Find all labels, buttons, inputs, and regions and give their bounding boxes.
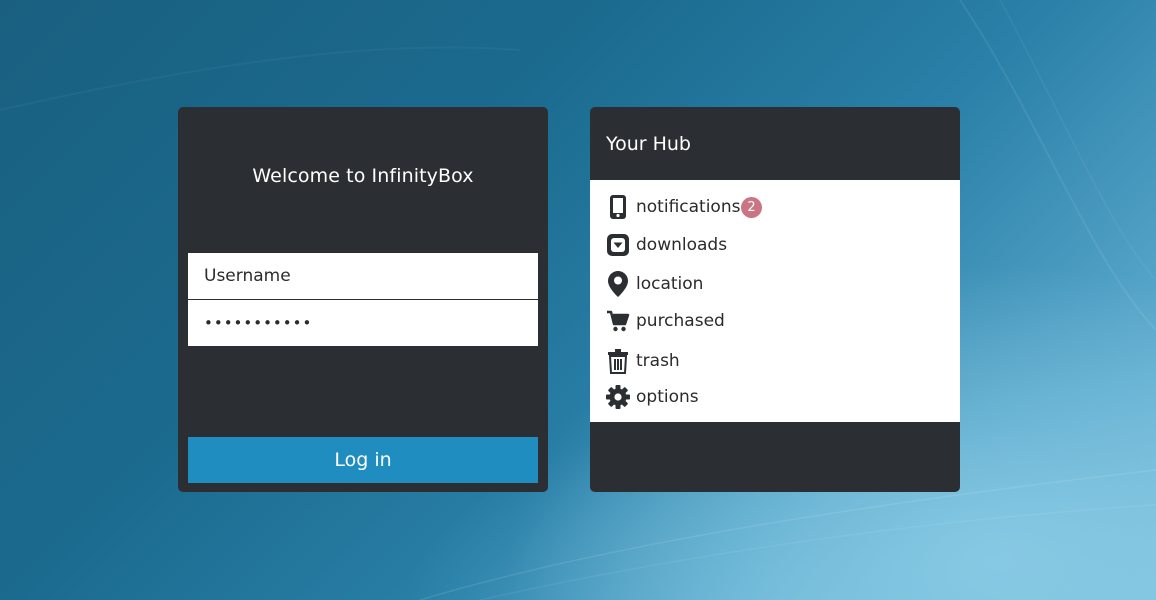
hub-panel: Your Hub notifications 2 downloads locat… [590,107,960,492]
hub-item-trash[interactable]: trash [590,344,960,378]
password-input[interactable] [188,300,538,346]
trash-icon [605,346,631,376]
download-box-icon [605,230,631,260]
gear-icon [605,382,631,412]
hub-item-label: purchased [636,311,725,331]
hub-title: Your Hub [606,133,691,155]
login-button[interactable]: Log in [188,437,538,483]
login-panel: Welcome to InfinityBox Log in [178,107,548,492]
hub-item-label: downloads [636,235,728,255]
hub-item-notifications[interactable]: notifications 2 [590,190,960,224]
welcome-heading: Welcome to InfinityBox [252,165,474,187]
hub-item-purchased[interactable]: purchased [590,304,960,338]
hub-item-label: location [636,274,704,294]
hub-item-label: options [636,387,699,407]
hub-item-label: notifications [636,197,741,217]
notification-count-badge: 2 [741,196,762,218]
hub-item-label: trash [636,351,680,371]
hub-item-downloads[interactable]: downloads [590,228,960,262]
phone-icon [605,192,631,222]
hub-item-location[interactable]: location [590,267,960,301]
hub-item-options[interactable]: options [590,380,960,414]
hub-menu: notifications 2 downloads location purch… [590,180,960,422]
background-swirl [0,0,1156,600]
username-input[interactable] [188,253,538,299]
map-pin-icon [605,269,631,299]
shopping-cart-icon [605,306,631,336]
